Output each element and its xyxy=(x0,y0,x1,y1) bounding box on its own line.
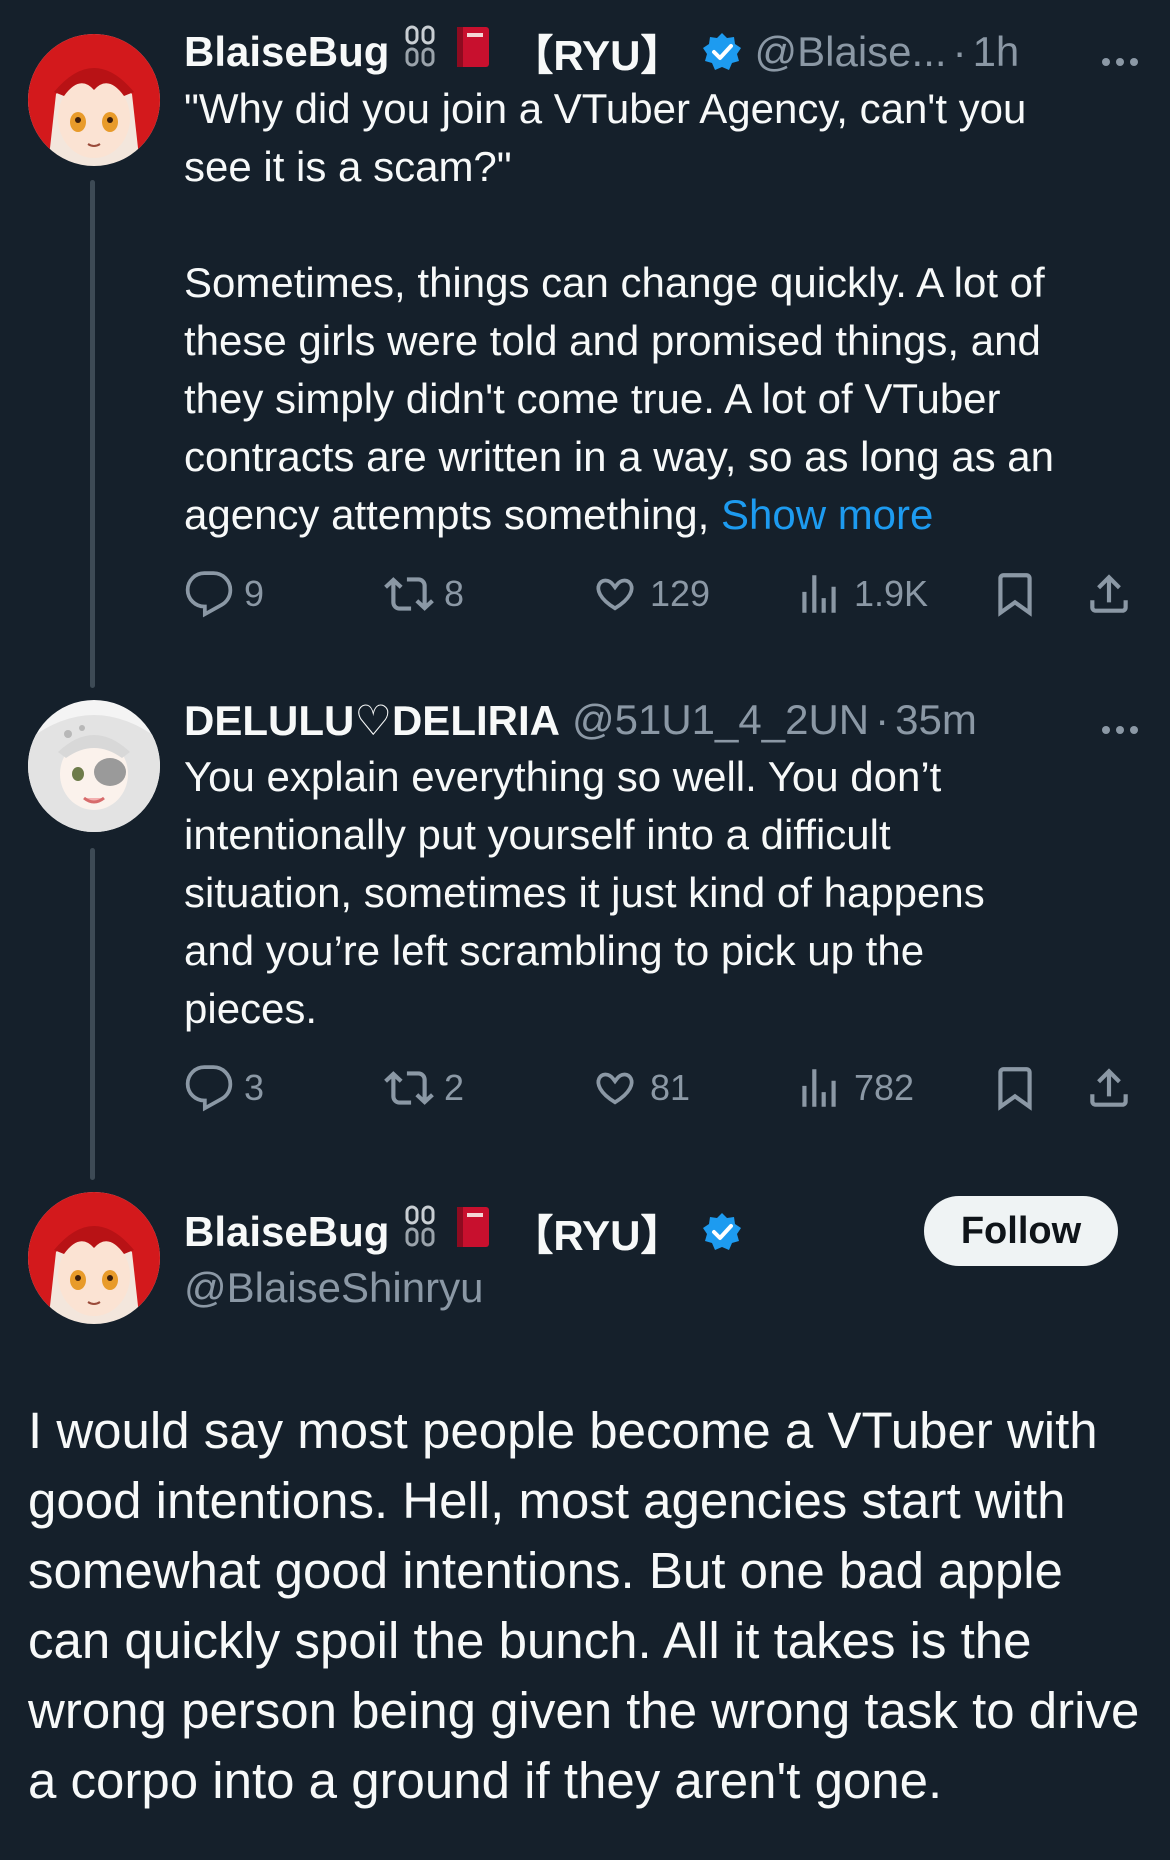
reply-button[interactable]: 9 xyxy=(184,564,264,624)
avatar[interactable] xyxy=(28,34,160,166)
display-name[interactable]: DELULU♡DELIRIA xyxy=(184,696,560,745)
bookmark-icon xyxy=(998,1067,1032,1111)
display-name[interactable]: BlaiseBug xyxy=(184,28,389,76)
tweet-actions: 9 8 129 1.9K xyxy=(184,564,1142,624)
ryu-tag: 【RYU】 xyxy=(511,1211,683,1259)
repost-button[interactable]: 2 xyxy=(384,1058,464,1118)
share-icon xyxy=(1090,1068,1128,1107)
avatar[interactable] xyxy=(28,700,160,832)
reply-button[interactable]: 3 xyxy=(184,1058,264,1118)
ryu-tag: 【RYU】 xyxy=(511,31,683,79)
bookmark-icon xyxy=(998,573,1032,617)
chain-icon xyxy=(401,1203,441,1261)
heart-icon xyxy=(596,578,634,611)
views-count: 782 xyxy=(854,1067,915,1108)
user-handle[interactable]: @51U1_4_2UN xyxy=(572,696,869,744)
views-icon xyxy=(802,575,836,613)
share-icon xyxy=(1090,574,1128,613)
main-tweet-text: I would say most people become a VTuber … xyxy=(28,1402,1140,1809)
repost-count: 2 xyxy=(444,1067,465,1108)
tweet-actions: 3 2 81 782 xyxy=(184,1058,1142,1118)
display-name[interactable]: BlaiseBug xyxy=(184,1208,389,1256)
thread-line xyxy=(90,180,95,688)
tweet-header: BlaiseBug 【RYU】 xyxy=(184,1204,910,1260)
show-more-link[interactable]: Show more xyxy=(721,491,933,538)
tweet-text-content: "Why did you join a VTuber Agency, can't… xyxy=(184,85,1054,538)
more-options-icon[interactable] xyxy=(1098,38,1142,66)
chain-icon xyxy=(401,23,441,81)
share-button[interactable] xyxy=(1084,564,1134,624)
heart-icon xyxy=(596,1072,634,1105)
timestamp[interactable]: 1h xyxy=(973,28,1020,76)
separator-dot: · xyxy=(952,28,967,75)
views-count: 1.9K xyxy=(854,573,929,614)
like-button[interactable]: 81 xyxy=(590,1058,690,1118)
tweet[interactable]: DELULU♡DELIRIA @51U1_4_2UN · 35m You exp… xyxy=(184,692,1142,1118)
red-book-icon xyxy=(453,1203,493,1261)
tweet-text: You explain everything so well. You don’… xyxy=(184,753,985,1032)
views-icon xyxy=(802,1069,836,1107)
views-button[interactable]: 782 xyxy=(794,1058,914,1118)
tweet[interactable]: BlaiseBug 【RYU】 @Blaise... · 1h "Why did… xyxy=(184,24,1142,624)
verified-badge-icon xyxy=(701,31,743,73)
avatar[interactable] xyxy=(28,1192,160,1324)
more-options-icon[interactable] xyxy=(1098,706,1142,734)
repost-icon xyxy=(384,1071,434,1105)
verified-badge-icon xyxy=(701,1211,743,1253)
reply-icon xyxy=(185,571,233,618)
repost-count: 8 xyxy=(444,573,465,614)
follow-button[interactable]: Follow xyxy=(924,1196,1118,1266)
like-count: 129 xyxy=(650,573,711,614)
red-book-icon xyxy=(453,23,493,81)
reply-count: 3 xyxy=(244,1067,265,1108)
share-button[interactable] xyxy=(1084,1058,1134,1118)
main-tweet-header: BlaiseBug 【RYU】 @BlaiseShinryu xyxy=(184,1204,910,1316)
like-button[interactable]: 129 xyxy=(590,564,710,624)
repost-button[interactable]: 8 xyxy=(384,564,464,624)
user-handle[interactable]: @BlaiseShinryu xyxy=(184,1260,910,1316)
like-count: 81 xyxy=(650,1067,691,1108)
tweet-text: "Why did you join a VTuber Agency, can't… xyxy=(184,80,1142,544)
repost-icon xyxy=(384,577,434,611)
bookmark-button[interactable] xyxy=(990,1058,1040,1118)
separator-dot: · xyxy=(875,696,890,743)
reply-icon xyxy=(185,1065,233,1112)
timestamp[interactable]: 35m xyxy=(895,696,977,744)
tweet-header: BlaiseBug 【RYU】 @Blaise... · 1h xyxy=(184,24,1142,80)
bookmark-button[interactable] xyxy=(990,564,1040,624)
views-button[interactable]: 1.9K xyxy=(794,564,928,624)
thread-line xyxy=(90,848,95,1180)
reply-count: 9 xyxy=(244,573,265,614)
user-handle[interactable]: @Blaise... xyxy=(755,28,947,76)
tweet-header: DELULU♡DELIRIA @51U1_4_2UN · 35m xyxy=(184,692,1142,748)
